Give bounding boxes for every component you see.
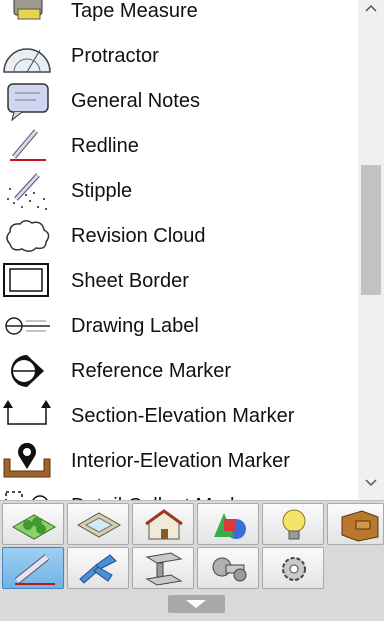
scroll-down-arrow-icon[interactable] — [358, 474, 384, 492]
list-item-interior-elevation-marker[interactable]: Interior-Elevation Marker — [0, 439, 358, 484]
list-item-label: General Notes — [71, 90, 200, 112]
site-icon — [11, 514, 57, 540]
chevron-down-icon — [186, 600, 206, 608]
pipe-fitting-icon — [79, 554, 117, 584]
revision-cloud-icon — [0, 214, 54, 259]
list-item-revision-cloud[interactable]: Revision Cloud — [0, 214, 358, 259]
tool-button-house[interactable] — [132, 503, 194, 545]
cabinet-icon — [341, 510, 379, 542]
tool-button-settings[interactable] — [262, 547, 324, 589]
tool-button-annotation[interactable] — [2, 547, 64, 589]
list-item-detail-callout-marker[interactable]: Detail Callout Marker — [0, 484, 358, 500]
stipple-icon — [0, 169, 54, 214]
general-notes-icon — [0, 79, 54, 124]
list-item-label: Protractor — [71, 45, 159, 67]
house-icon — [145, 509, 183, 540]
tool-button-floor[interactable] — [67, 503, 129, 545]
list-item-general-notes[interactable]: General Notes — [0, 79, 358, 124]
list-item-label: Sheet Border — [71, 270, 189, 292]
list-item-label: Drawing Label — [71, 315, 199, 337]
list-item-protractor[interactable]: Protractor — [0, 34, 358, 79]
list-item-label: Stipple — [71, 180, 133, 202]
list-item-tape-measure[interactable]: Tape Measure — [0, 0, 358, 34]
list-item-label: Redline — [71, 135, 139, 157]
gear-icon — [282, 557, 306, 581]
list-item-label: Reference Marker — [71, 360, 232, 382]
list-item-section-elevation-marker[interactable]: Section-Elevation Marker — [0, 394, 358, 439]
list-item-label: Revision Cloud — [71, 225, 206, 247]
list-item-redline[interactable]: Redline — [0, 124, 358, 169]
tool-button-plumbing[interactable] — [67, 547, 129, 589]
bolt-icon — [212, 557, 247, 582]
list-item-drawing-label[interactable]: Drawing Label — [0, 304, 358, 349]
tool-button-site[interactable] — [2, 503, 64, 545]
section-elevation-marker-icon — [0, 394, 54, 439]
list-item-reference-marker[interactable]: Reference Marker — [0, 349, 358, 394]
tool-button-shapes[interactable] — [197, 503, 259, 545]
list-item-stipple[interactable]: Stipple — [0, 169, 358, 214]
category-toolbar — [0, 500, 384, 621]
interior-elevation-marker-icon — [0, 439, 54, 484]
detail-callout-marker-icon — [0, 484, 54, 500]
tape-measure-icon — [0, 0, 54, 34]
scroll-thumb[interactable] — [361, 165, 381, 295]
steel-beam-icon — [145, 552, 183, 586]
list-item-label: Interior-Elevation Marker — [71, 450, 290, 472]
tool-list: Tape Measure Protractor General Notes Re… — [0, 0, 358, 500]
sheet-border-icon — [0, 259, 54, 304]
list-item-label: Detail Callout Marker — [71, 484, 258, 500]
tool-button-hardware[interactable] — [197, 547, 259, 589]
reference-marker-icon — [0, 349, 54, 394]
light-bulb-icon — [282, 509, 306, 540]
protractor-icon — [0, 34, 54, 79]
floor-slab-icon — [76, 512, 122, 538]
drawing-label-icon — [0, 304, 54, 349]
tool-button-lighting[interactable] — [262, 503, 324, 545]
expand-toolbar-button[interactable] — [168, 595, 225, 613]
scroll-up-arrow-icon[interactable] — [358, 0, 384, 18]
annotation-pencil-icon — [14, 554, 55, 585]
tool-button-structure[interactable] — [132, 547, 194, 589]
list-item-label: Section-Elevation Marker — [71, 405, 295, 427]
list-item-label: Tape Measure — [71, 0, 198, 22]
shapes-icon — [214, 513, 246, 539]
tool-button-cabinet[interactable] — [327, 503, 384, 545]
list-item-sheet-border[interactable]: Sheet Border — [0, 259, 358, 304]
vertical-scrollbar[interactable] — [358, 0, 384, 500]
redline-icon — [0, 124, 54, 169]
